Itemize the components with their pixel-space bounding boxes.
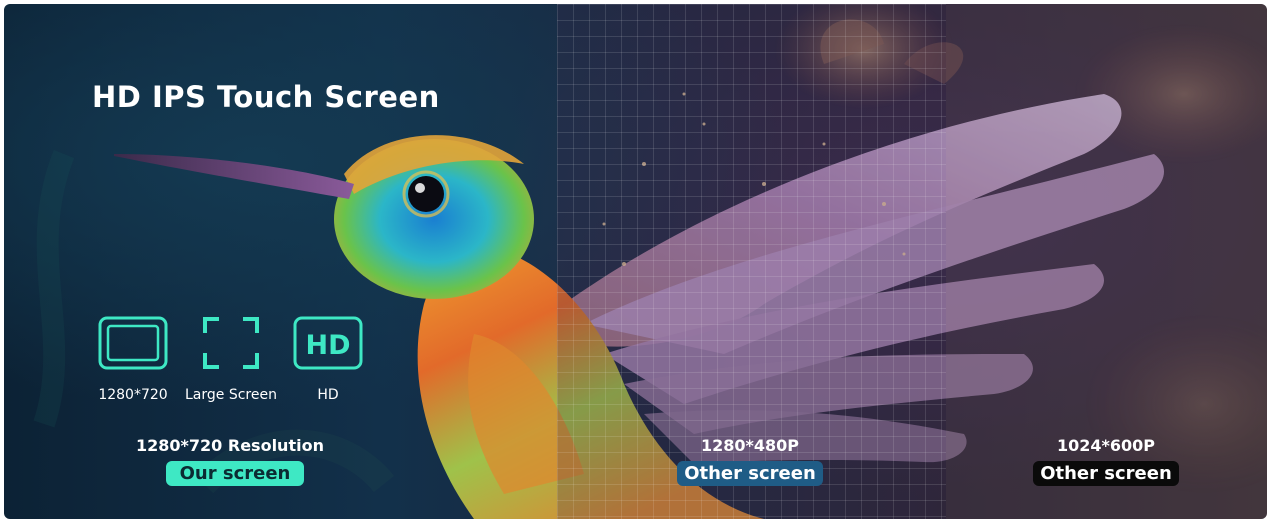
page-title: HD IPS Touch Screen xyxy=(92,80,440,114)
screen-icon xyxy=(98,316,168,370)
mid-screen-badge: Other screen xyxy=(677,461,823,486)
our-screen-badge: Our screen xyxy=(166,461,304,486)
product-banner: HD IPS Touch Screen 1280*720 Large Scree… xyxy=(4,4,1267,519)
hd-icon: HD xyxy=(293,316,363,370)
mid-screen-caption: 1280*480P xyxy=(700,436,800,455)
our-screen-caption: 1280*720 Resolution xyxy=(136,436,324,455)
right-screen-badge: Other screen xyxy=(1033,461,1179,486)
feature-label: HD xyxy=(317,387,339,403)
fullscreen-corners-icon xyxy=(203,317,259,369)
right-screen-caption: 1024*600P xyxy=(1056,436,1156,455)
hd-icon-text: HD xyxy=(305,330,350,361)
feature-hd: HD HD xyxy=(268,315,388,405)
